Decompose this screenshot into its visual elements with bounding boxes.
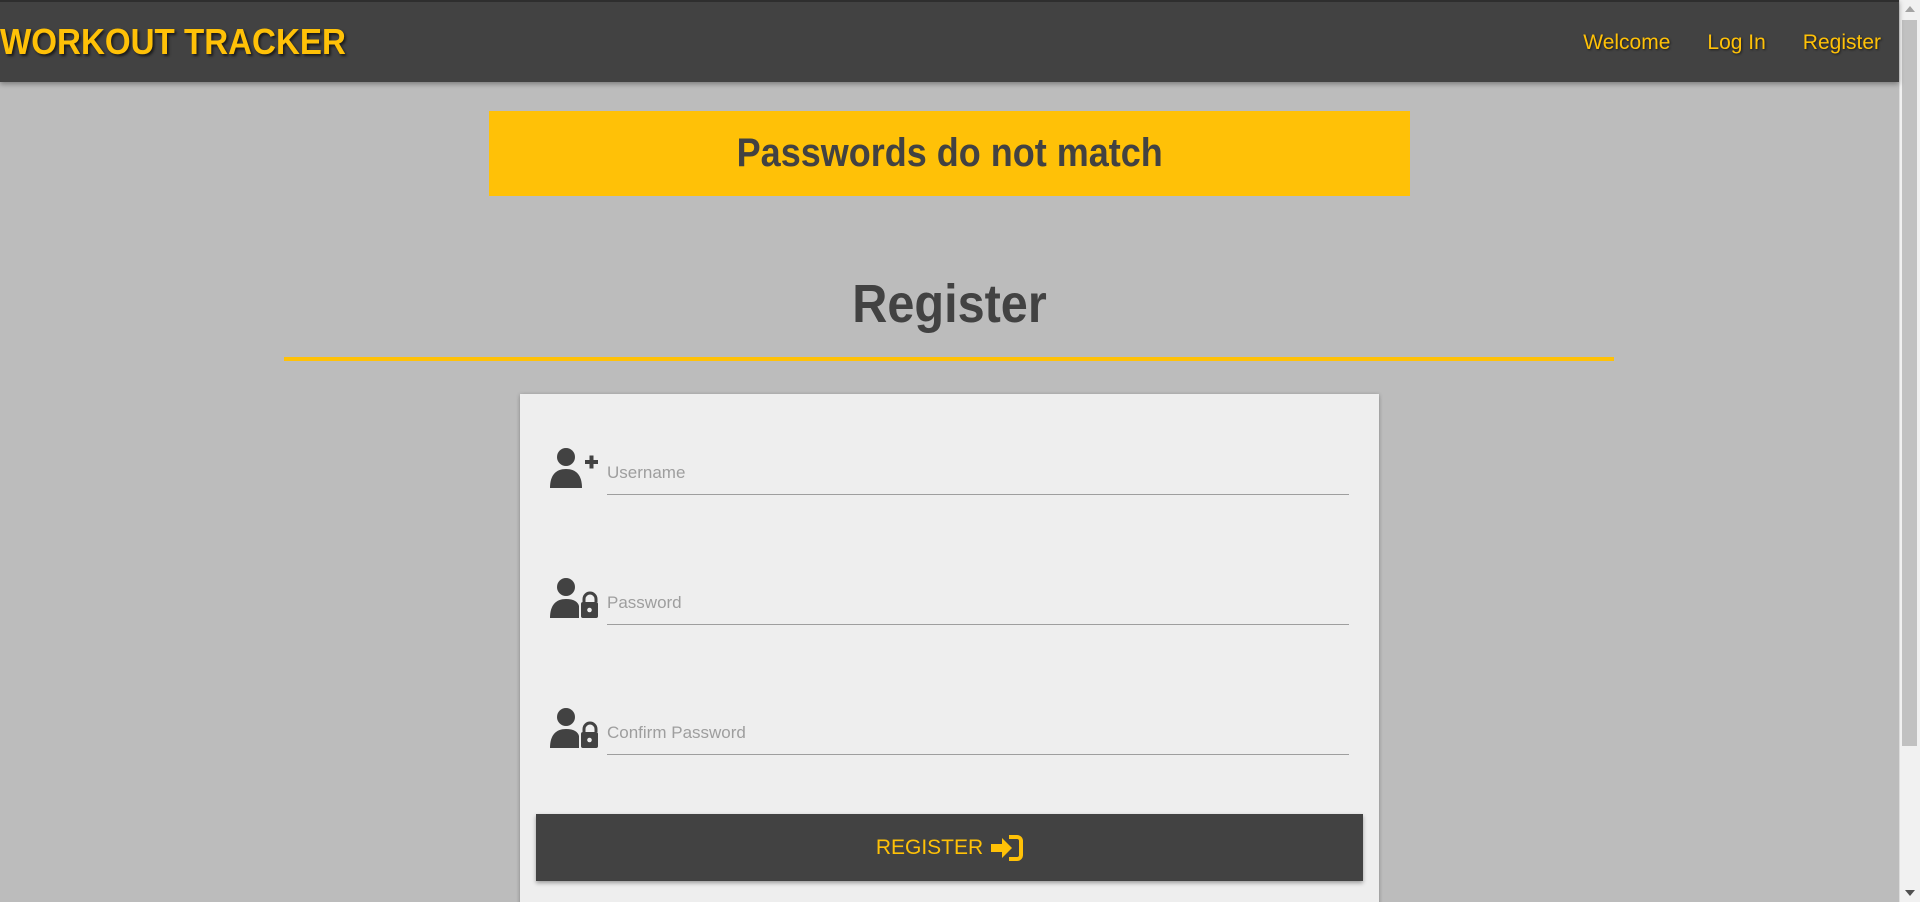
register-button-label: REGISTER bbox=[875, 835, 984, 859]
user-lock-icon bbox=[550, 578, 598, 618]
nav-link-log-in[interactable]: Log In bbox=[1707, 30, 1765, 56]
sign-in-icon bbox=[991, 834, 1024, 861]
page-content: Passwords do not match Register Username… bbox=[0, 0, 1899, 902]
password-input[interactable] bbox=[607, 582, 1349, 625]
error-alert: Passwords do not match bbox=[489, 111, 1410, 196]
register-card: REGISTER bbox=[520, 394, 1379, 902]
scroll-thumb[interactable] bbox=[1902, 20, 1917, 746]
nav-links: Welcome Log In Register bbox=[1583, 30, 1881, 56]
scroll-down-icon[interactable] bbox=[1905, 890, 1915, 896]
page-title: Register bbox=[852, 274, 1047, 334]
user-lock-icon bbox=[550, 708, 598, 748]
user-plus-icon bbox=[550, 448, 598, 488]
brand-logo[interactable]: WORKOUT TRACKER bbox=[0, 22, 346, 62]
username-field-group bbox=[550, 440, 1350, 500]
confirm-password-field-group bbox=[550, 700, 1350, 760]
alert-message: Passwords do not match bbox=[736, 131, 1163, 175]
confirm-password-input[interactable] bbox=[607, 712, 1349, 755]
nav-link-welcome[interactable]: Welcome bbox=[1583, 30, 1670, 56]
register-button[interactable]: REGISTER bbox=[536, 814, 1363, 881]
app-viewport: Passwords do not match Register Username… bbox=[0, 0, 1920, 902]
username-input[interactable] bbox=[607, 452, 1349, 495]
scroll-up-icon[interactable] bbox=[1905, 6, 1915, 12]
vertical-scrollbar[interactable] bbox=[1899, 0, 1920, 902]
top-navbar: WORKOUT TRACKER Welcome Log In Register bbox=[0, 0, 1899, 82]
nav-link-register[interactable]: Register bbox=[1803, 30, 1881, 56]
title-divider bbox=[284, 357, 1614, 361]
password-field-group bbox=[550, 570, 1350, 630]
